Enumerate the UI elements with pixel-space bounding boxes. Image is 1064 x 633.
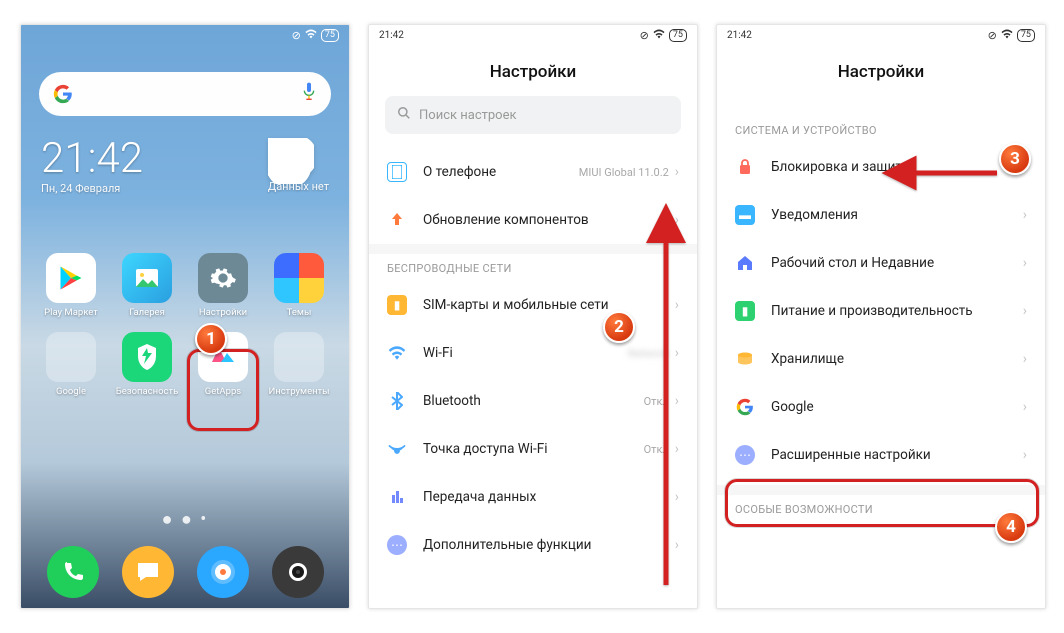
- wifi-icon: [387, 343, 407, 363]
- weather-text: Данных нет: [268, 180, 329, 193]
- more-icon: ⋯: [387, 535, 407, 555]
- step-badge-3: 3: [999, 143, 1031, 175]
- row-bluetooth[interactable]: Bluetooth Откл ›: [369, 377, 697, 425]
- clock-date: Пн, 24 Февраля: [41, 182, 143, 195]
- row-hotspot[interactable]: Точка доступа Wi-Fi Откл ›: [369, 425, 697, 473]
- battery-icon: 75: [669, 29, 687, 42]
- section-wireless: БЕСПРОВОДНЫЕ СЕТИ: [369, 254, 697, 281]
- folder-tools[interactable]: Инструменты: [265, 332, 333, 397]
- dock-messages[interactable]: [122, 546, 174, 598]
- dock-phone[interactable]: [47, 546, 99, 598]
- wifi-icon: [653, 29, 665, 42]
- search-icon: [397, 106, 411, 124]
- more-icon: ⋯: [735, 445, 755, 465]
- weather-widget[interactable]: Данных нет: [268, 138, 329, 193]
- miui-version: MIUI Global 11.0.2: [579, 166, 669, 179]
- row-notifications[interactable]: ▬ Уведомления ›: [717, 191, 1045, 239]
- status-bar: 21:42 ⊘ 75: [717, 25, 1045, 44]
- step-badge-1: 1: [195, 323, 227, 355]
- no-disturb-icon: ⊘: [292, 29, 301, 42]
- page-title: Настройки: [717, 44, 1045, 96]
- row-data-usage[interactable]: Передача данных ›: [369, 473, 697, 521]
- chevron-right-icon: ›: [1023, 255, 1027, 271]
- status-time: 21:42: [727, 30, 752, 41]
- status-bar: ⊘ 75: [21, 25, 349, 44]
- dock-camera[interactable]: [272, 546, 324, 598]
- row-sim[interactable]: ▮ SIM-карты и мобильные сети ›: [369, 281, 697, 329]
- google-logo-icon: [53, 84, 73, 104]
- battery-icon: 75: [321, 29, 339, 42]
- status-time: 21:42: [379, 30, 404, 41]
- no-disturb-icon: ⊘: [988, 29, 997, 42]
- row-advanced-settings[interactable]: ⋯ Расширенные настройки ›: [717, 431, 1045, 479]
- row-component-update[interactable]: Обновление компонентов ›: [369, 196, 697, 244]
- row-about-phone[interactable]: О телефоне MIUI Global 11.0.2 ›: [369, 148, 697, 196]
- app-settings[interactable]: Настройки: [189, 253, 257, 318]
- clock-weather-widget[interactable]: 21:42 Пн, 24 Февраля Данных нет: [41, 138, 329, 195]
- chevron-right-icon: ›: [1023, 207, 1027, 223]
- battery-perf-icon: ▮: [735, 301, 755, 321]
- app-gallery[interactable]: Галерея: [113, 253, 181, 318]
- step-badge-4: 4: [995, 511, 1027, 543]
- status-bar: 21:42 ⊘ 75: [369, 25, 697, 44]
- row-additional-functions[interactable]: ⋯ Дополнительные функции ›: [369, 521, 697, 569]
- row-battery-performance[interactable]: ▮ Питание и производительность ›: [717, 287, 1045, 335]
- dock: [21, 546, 349, 598]
- bluetooth-icon: [387, 391, 407, 411]
- chevron-right-icon: ›: [1023, 303, 1027, 319]
- settings-search[interactable]: Поиск настроек: [385, 96, 681, 134]
- phone-settings-2: 21:42 ⊘ 75 Настройки СИСТЕМА И УСТРОЙСТВ…: [716, 24, 1046, 609]
- app-themes[interactable]: Темы: [265, 253, 333, 318]
- page-indicator: ● ● •: [21, 509, 349, 530]
- dock-browser[interactable]: [197, 546, 249, 598]
- page-title: Настройки: [369, 44, 697, 96]
- row-home-recents[interactable]: Рабочий стол и Недавние ›: [717, 239, 1045, 287]
- no-disturb-icon: ⊘: [640, 29, 649, 42]
- row-storage[interactable]: Хранилище ›: [717, 335, 1045, 383]
- sim-icon: ▮: [387, 295, 407, 315]
- chevron-right-icon: ›: [1023, 399, 1027, 415]
- phone-icon: [387, 162, 407, 182]
- home-icon: [735, 253, 755, 273]
- wifi-icon: [1001, 29, 1013, 42]
- section-system-device: СИСТЕМА И УСТРОЙСТВО: [717, 96, 1045, 143]
- mic-icon[interactable]: [301, 82, 317, 106]
- section-special: ОСОБЫЕ ВОЗМОЖНОСТИ: [717, 495, 1045, 522]
- lock-icon: [735, 157, 755, 177]
- app-play-market[interactable]: Play Маркет: [37, 253, 105, 318]
- app-security[interactable]: Безопасность: [113, 332, 181, 397]
- search-placeholder: Поиск настроек: [419, 108, 517, 123]
- phone-home-screen: ⊘ 75 21:42 Пн, 24 Февраля Данных нет: [20, 24, 350, 609]
- battery-icon: 75: [1017, 29, 1035, 42]
- folder-google[interactable]: Google: [37, 332, 105, 397]
- data-icon: [387, 487, 407, 507]
- chevron-right-icon: ›: [1023, 351, 1027, 367]
- phone-settings-1: 21:42 ⊘ 75 Настройки Поиск настроек О те…: [368, 24, 698, 609]
- row-wifi[interactable]: Wi-Fi Network ›: [369, 329, 697, 377]
- clock-time: 21:42: [41, 138, 143, 180]
- google-icon: [735, 397, 755, 417]
- notif-icon: ▬: [735, 205, 755, 225]
- chevron-right-icon: ›: [675, 164, 679, 180]
- wifi-icon: [305, 29, 317, 42]
- chevron-right-icon: ›: [1023, 447, 1027, 463]
- app-grid: Play Маркет Галерея Настройки Темы Googl…: [21, 195, 349, 397]
- google-search-bar[interactable]: [39, 72, 331, 116]
- cloud-icon: [268, 138, 314, 184]
- update-icon: [387, 210, 407, 230]
- storage-icon: [735, 349, 755, 369]
- hotspot-icon: [387, 439, 407, 459]
- arrow-left: [893, 162, 1003, 188]
- arrow-up: [651, 215, 681, 599]
- row-google[interactable]: Google ›: [717, 383, 1045, 431]
- step-badge-2: 2: [603, 311, 635, 343]
